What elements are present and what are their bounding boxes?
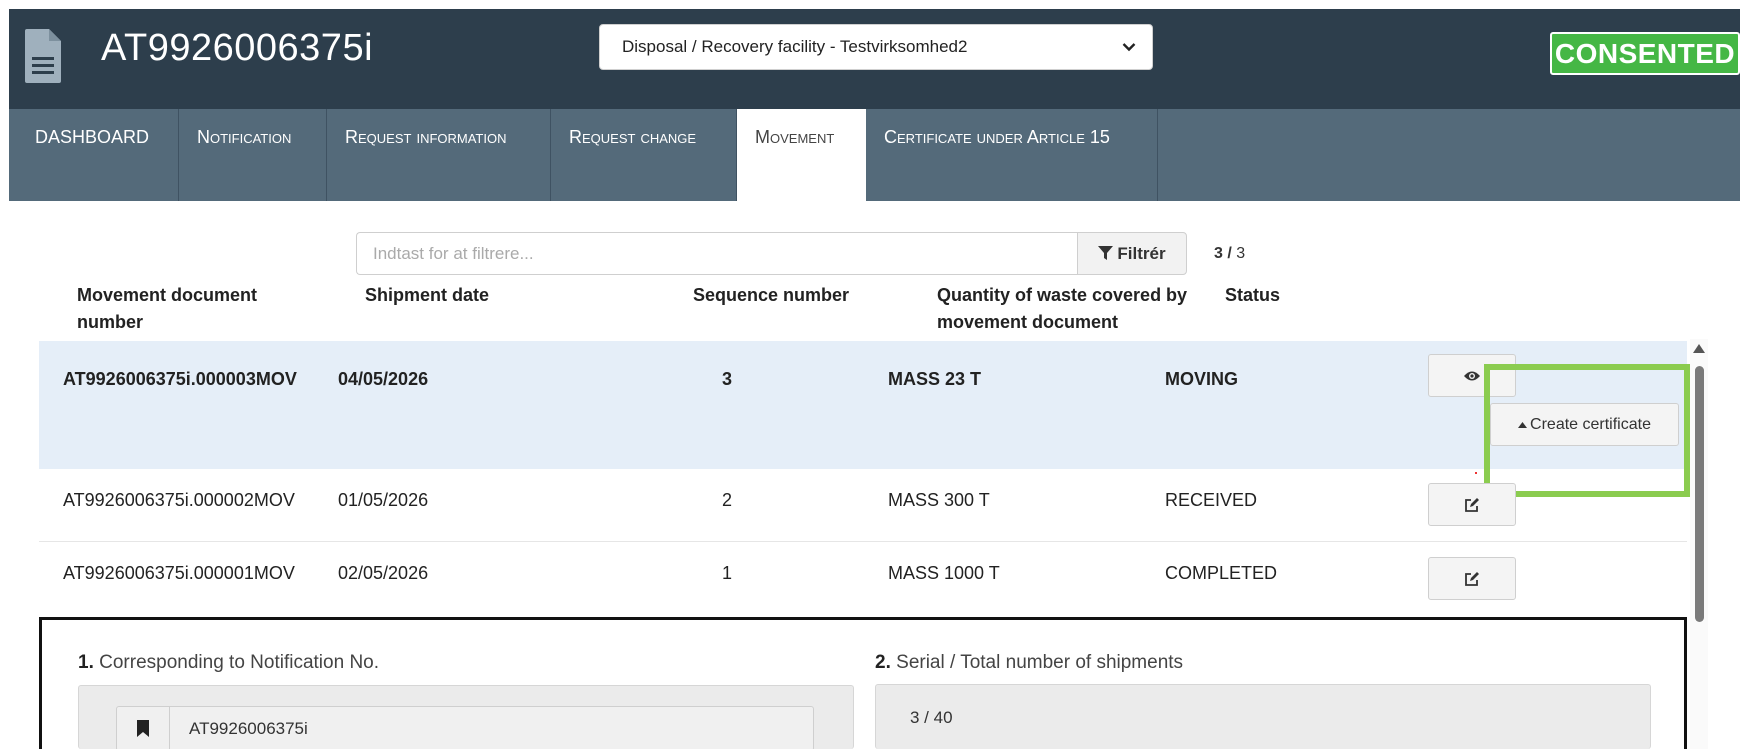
serial-value: 3 / 40	[910, 708, 953, 727]
funnel-icon	[1098, 246, 1114, 260]
tab-request-change[interactable]: Request change	[551, 109, 737, 201]
filter-input[interactable]: Indtast for at filtrere...	[356, 232, 1077, 275]
cell-doc-number: AT9926006375i.000003MOV	[63, 369, 297, 389]
field-addon	[117, 707, 170, 749]
col-header-status: Status	[1225, 285, 1281, 305]
cell-shipment-date: 04/05/2026	[338, 369, 429, 389]
field-serial-box	[875, 684, 1651, 749]
page-header: AT9926006375i Disposal / Recovery facili…	[9, 9, 1740, 109]
scroll-up-arrow-icon[interactable]	[1693, 344, 1705, 353]
field-notification-no-label: 1. Corresponding to Notification No.	[78, 652, 379, 674]
cell-status: RECEIVED	[1165, 490, 1258, 510]
col-header-shipment-date: Shipment date	[365, 285, 490, 305]
tab-dashboard[interactable]: DASHBOARD	[9, 109, 179, 201]
eye-icon	[1464, 371, 1480, 380]
filter-button[interactable]: Filtrér	[1077, 232, 1187, 275]
cell-quantity: MASS 1000 T	[888, 563, 1000, 583]
page-counter: 3 / 3	[1214, 245, 1245, 263]
facility-select[interactable]: Disposal / Recovery facility - Testvirks…	[599, 24, 1153, 70]
cell-shipment-date: 01/05/2026	[338, 490, 429, 510]
document-icon	[25, 29, 61, 83]
tab-notification[interactable]: Notification	[179, 109, 327, 201]
page-total: 3	[1236, 245, 1246, 262]
filter-button-label: Filtrér	[1117, 244, 1166, 263]
chevron-down-icon	[1122, 43, 1136, 52]
col-header-movement-doc: Movement document number	[77, 285, 258, 332]
edit-button[interactable]	[1428, 557, 1516, 600]
field-number: 2.	[875, 652, 891, 673]
cell-sequence: 1	[722, 563, 733, 583]
field-label-text: Serial / Total number of shipments	[896, 652, 1184, 673]
cell-sequence: 2	[722, 490, 733, 510]
field-number: 1.	[78, 652, 94, 673]
tab-certificate-article-15[interactable]: Certificate under Article 15	[866, 109, 1158, 201]
facility-select-value: Disposal / Recovery facility - Testvirks…	[622, 37, 968, 56]
notification-no-field[interactable]: AT9926006375i	[116, 706, 814, 749]
edit-button[interactable]	[1428, 483, 1516, 526]
cell-quantity: MASS 300 T	[888, 490, 990, 510]
col-header-sequence: Sequence number	[693, 285, 850, 305]
cell-status: MOVING	[1165, 369, 1239, 389]
cell-sequence: 3	[722, 369, 733, 389]
page-title: AT9926006375i	[101, 27, 374, 69]
col-header-quantity: Quantity of waste covered by movement do…	[937, 285, 1188, 332]
cell-doc-number: AT9926006375i.000001MOV	[63, 563, 295, 583]
bookmark-icon	[137, 720, 149, 737]
tab-request-information[interactable]: Request information	[327, 109, 551, 201]
field-serial-label: 2. Serial / Total number of shipments	[875, 652, 1183, 674]
app-frame: AT9926006375i Disposal / Recovery facili…	[9, 9, 1740, 749]
cell-quantity: MASS 23 T	[888, 369, 982, 389]
cell-status: COMPLETED	[1165, 563, 1278, 583]
cell-shipment-date: 02/05/2026	[338, 563, 429, 583]
field-label-text: Corresponding to Notification No.	[99, 652, 380, 673]
notification-no-value: AT9926006375i	[189, 719, 308, 738]
edit-icon	[1465, 497, 1479, 512]
edit-icon	[1465, 571, 1479, 586]
cell-doc-number: AT9926006375i.000002MOV	[63, 490, 295, 510]
status-badge: CONSENTED	[1550, 32, 1740, 75]
scrollbar-thumb[interactable]	[1695, 366, 1704, 622]
page-current: 3 /	[1214, 245, 1232, 262]
tab-movement[interactable]: Movement	[737, 109, 866, 201]
